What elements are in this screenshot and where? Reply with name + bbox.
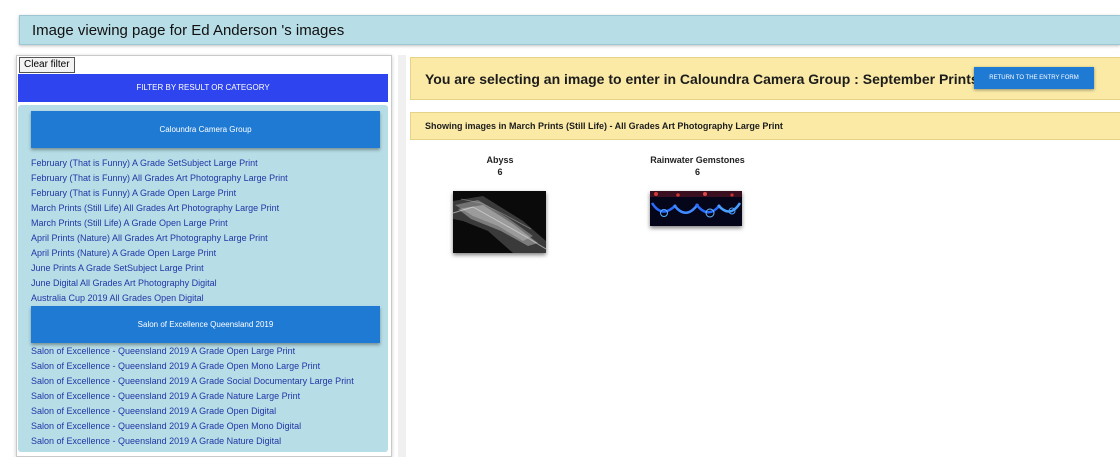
list-item: February (That is Funny) All Grades Art … [31,171,288,186]
showing-images-bar: Showing images in March Prints (Still Li… [410,112,1120,140]
filter-link[interactable]: Salon of Excellence - Queensland 2019 A … [31,359,354,374]
filter-link[interactable]: February (That is Funny) All Grades Art … [31,171,288,186]
filter-link[interactable]: April Prints (Nature) All Grades Art Pho… [31,231,288,246]
filter-list-salon: Salon of Excellence - Queensland 2019 A … [31,344,354,449]
list-item: June Digital All Grades Art Photography … [31,276,288,291]
list-item: April Prints (Nature) A Grade Open Large… [31,246,288,261]
list-item: Salon of Excellence - Queensland 2019 A … [31,434,354,449]
image-card-abyss: Abyss 6 [460,155,540,177]
filter-link[interactable]: Salon of Excellence - Queensland 2019 A … [31,389,354,404]
list-item: April Prints (Nature) All Grades Art Pho… [31,231,288,246]
image-score: 6 [694,167,700,177]
list-item: February (That is Funny) A Grade SetSubj… [31,156,288,171]
showing-images-text: Showing images in March Prints (Still Li… [425,121,783,131]
list-item: Salon of Excellence - Queensland 2019 A … [31,374,354,389]
list-item: Salon of Excellence - Queensland 2019 A … [31,359,354,374]
filter-link[interactable]: February (That is Funny) A Grade SetSubj… [31,156,288,171]
list-item: Salon of Excellence - Queensland 2019 A … [31,389,354,404]
list-item: March Prints (Still Life) A Grade Open L… [31,216,288,231]
filter-link[interactable]: Salon of Excellence - Queensland 2019 A … [31,344,354,359]
page-header: Image viewing page for Ed Anderson 's im… [19,15,1120,45]
filter-link[interactable]: Salon of Excellence - Queensland 2019 A … [31,434,354,449]
image-thumbnail-abyss[interactable] [453,191,546,253]
abyss-photo-icon [453,191,546,253]
list-item: Australia Cup 2019 All Grades Open Digit… [31,291,288,306]
filter-link[interactable]: Salon of Excellence - Queensland 2019 A … [31,404,354,419]
filter-link[interactable]: June Prints A Grade SetSubject Large Pri… [31,261,288,276]
return-to-entry-form-button[interactable]: RETURN TO THE ENTRY FORM [974,67,1094,89]
image-card-rainwater-gemstones: Rainwater Gemstones 6 [640,155,755,177]
list-item: Salon of Excellence - Queensland 2019 A … [31,344,354,359]
filter-list-caloundra: February (That is Funny) A Grade SetSubj… [31,156,288,306]
entry-banner-title: You are selecting an image to enter in C… [425,71,979,87]
group-button-salon[interactable]: Salon of Excellence Queensland 2019 [31,306,380,343]
image-thumbnail-rainwater-gemstones[interactable] [650,191,742,226]
filter-link[interactable]: Australia Cup 2019 All Grades Open Digit… [31,291,288,306]
filter-link[interactable]: March Prints (Still Life) A Grade Open L… [31,216,288,231]
filter-link[interactable]: April Prints (Nature) A Grade Open Large… [31,246,288,261]
filter-link[interactable]: February (That is Funny) A Grade Open La… [31,186,288,201]
filter-link[interactable]: Salon of Excellence - Queensland 2019 A … [31,419,354,434]
filter-link[interactable]: March Prints (Still Life) All Grades Art… [31,201,288,216]
filter-heading: FILTER BY RESULT OR CATEGORY [18,74,388,102]
image-title: Abyss [486,155,514,165]
rainwater-gemstones-photo-icon [650,191,742,226]
filter-link[interactable]: Salon of Excellence - Queensland 2019 A … [31,374,354,389]
image-score: 6 [497,167,503,177]
list-item: Salon of Excellence - Queensland 2019 A … [31,404,354,419]
filter-link[interactable]: June Digital All Grades Art Photography … [31,276,288,291]
image-title: Rainwater Gemstones [650,155,745,165]
group-button-caloundra[interactable]: Caloundra Camera Group [31,111,380,148]
list-item: June Prints A Grade SetSubject Large Pri… [31,261,288,276]
list-item: Salon of Excellence - Queensland 2019 A … [31,419,354,434]
column-divider [398,55,406,457]
list-item: February (That is Funny) A Grade Open La… [31,186,288,201]
clear-filter-button[interactable]: Clear filter [19,57,75,73]
list-item: March Prints (Still Life) All Grades Art… [31,201,288,216]
page-title: Image viewing page for Ed Anderson 's im… [32,22,345,39]
